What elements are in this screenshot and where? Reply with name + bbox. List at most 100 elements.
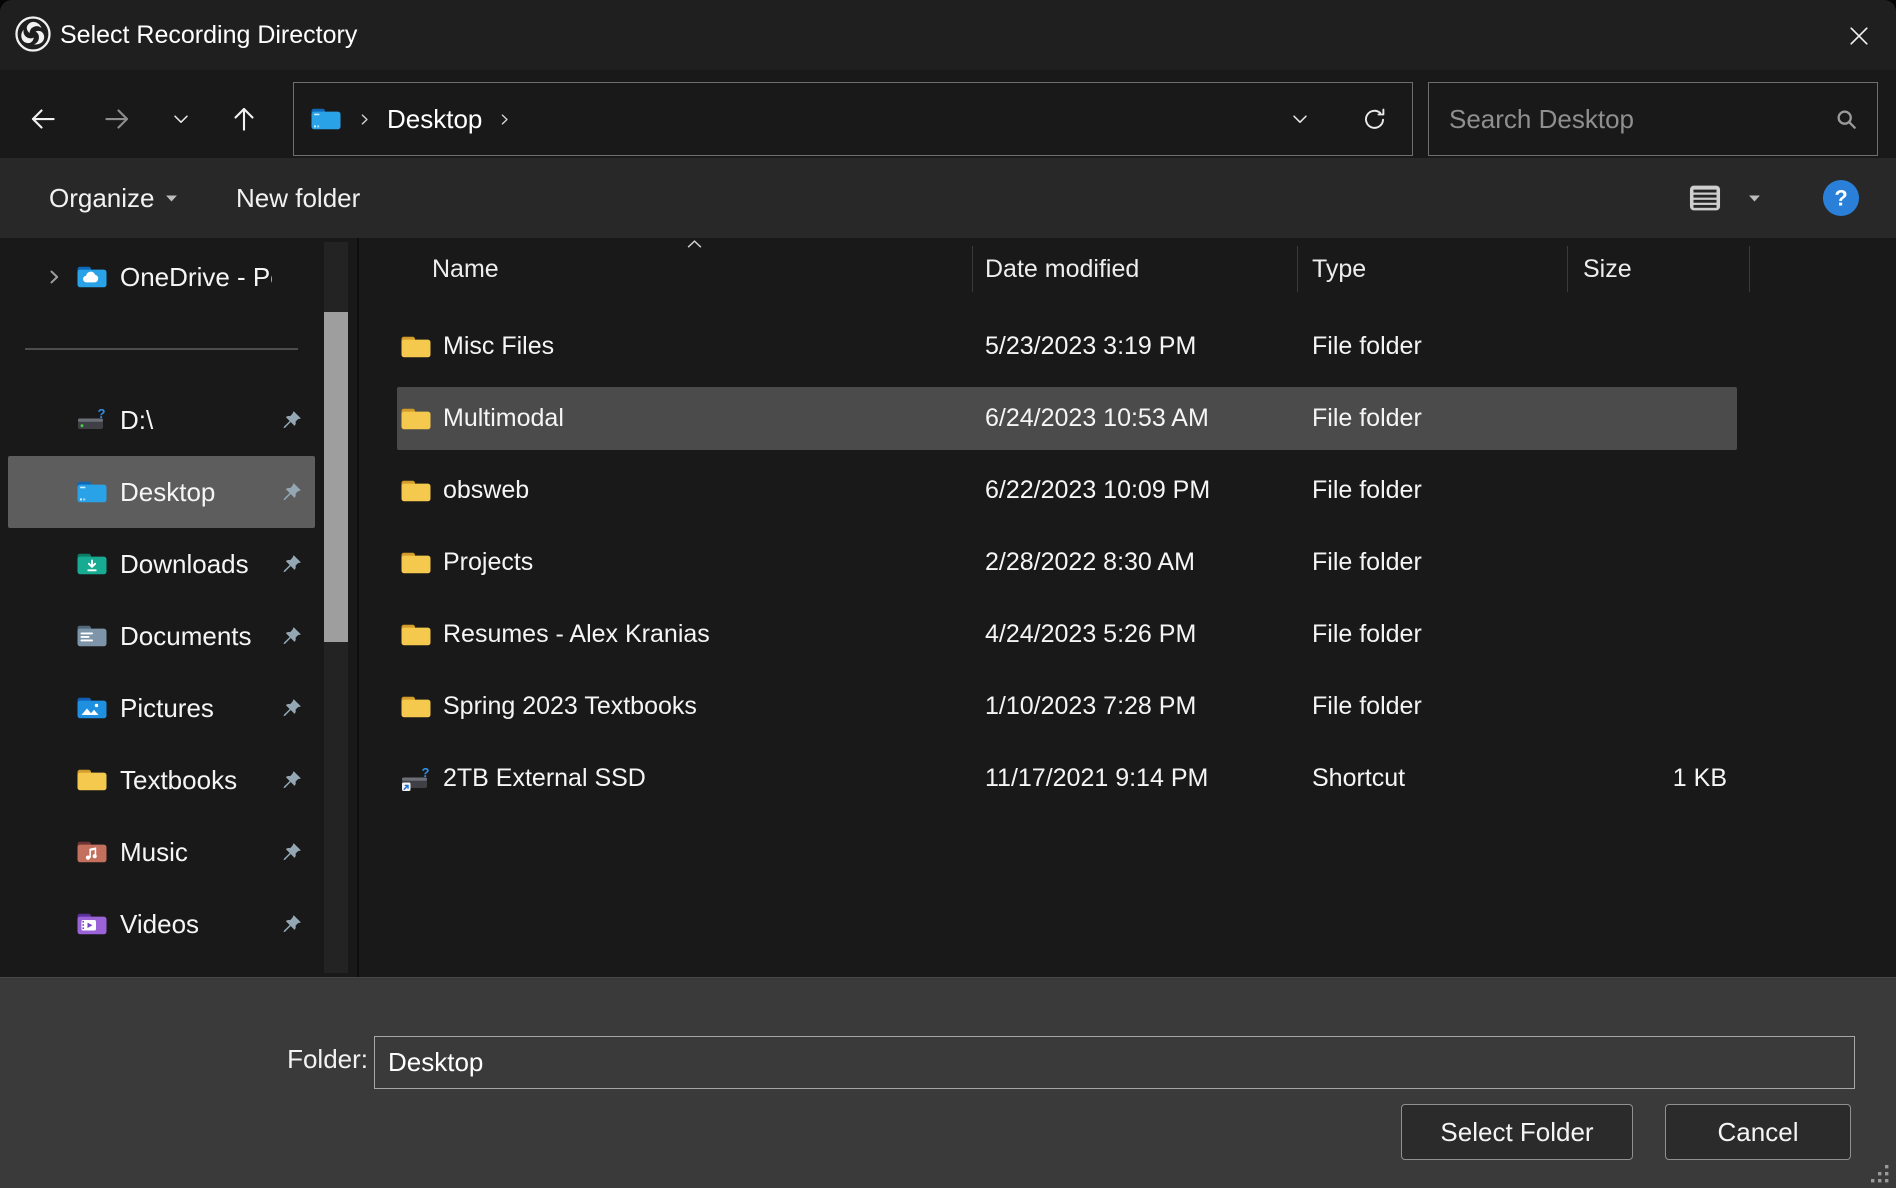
pin-icon[interactable] xyxy=(280,481,303,504)
file-list-pane: Name Date modified Type Size Misc Files … xyxy=(360,238,1896,977)
command-bar: Organize New folder xyxy=(0,158,1896,238)
expand-placeholder[interactable] xyxy=(42,770,66,790)
onedrive-folder-icon xyxy=(76,264,108,290)
drive-icon: ? xyxy=(76,407,108,433)
organize-label: Organize xyxy=(49,183,155,214)
file-name: Spring 2023 Textbooks xyxy=(443,692,697,721)
breadcrumb-location[interactable]: Desktop xyxy=(387,104,482,135)
change-view-button[interactable] xyxy=(1688,182,1722,214)
select-folder-button[interactable]: Select Folder xyxy=(1401,1104,1633,1160)
expand-chevron-icon[interactable] xyxy=(42,267,66,287)
sidebar-item-desktop[interactable]: Desktop xyxy=(8,456,315,528)
breadcrumb-chevron-icon[interactable] xyxy=(496,111,513,128)
forward-button[interactable] xyxy=(95,97,139,141)
column-header-name[interactable]: Name xyxy=(432,238,499,300)
pin-icon[interactable] xyxy=(280,409,303,432)
file-type: Shortcut xyxy=(1297,764,1567,793)
expand-placeholder[interactable] xyxy=(42,842,66,862)
new-folder-button[interactable]: New folder xyxy=(230,158,366,238)
pin-icon[interactable] xyxy=(280,553,303,576)
sidebar-item-label: Desktop xyxy=(120,477,272,508)
column-header-date-modified[interactable]: Date modified xyxy=(985,238,1139,300)
folder-name-input[interactable] xyxy=(374,1036,1855,1089)
view-dropdown-icon[interactable] xyxy=(1748,194,1761,203)
svg-text:?: ? xyxy=(1834,186,1847,211)
sidebar-scrollbar-track[interactable] xyxy=(324,242,348,973)
sidebar-item-label: Textbooks xyxy=(120,765,272,796)
sidebar-item-textbooks[interactable]: Textbooks xyxy=(8,744,315,816)
file-row[interactable]: Projects 2/28/2022 8:30 AM File folder xyxy=(397,531,1737,594)
expand-placeholder[interactable] xyxy=(42,410,66,430)
help-button[interactable]: ? xyxy=(1822,179,1860,217)
file-date-modified: 11/17/2021 9:14 PM xyxy=(972,764,1297,793)
column-header-size[interactable]: Size xyxy=(1583,238,1632,300)
recent-locations-button[interactable] xyxy=(159,97,203,141)
pin-icon[interactable] xyxy=(280,625,303,648)
sidebar-item-label: OneDrive - Persc xyxy=(120,262,272,293)
select-recording-directory-dialog: Select Recording Directory Desktop xyxy=(0,0,1896,1188)
folder-icon xyxy=(400,694,432,720)
folder-icon xyxy=(400,334,432,360)
file-row[interactable]: obsweb 6/22/2023 10:09 PM File folder xyxy=(397,459,1737,522)
file-date-modified: 5/23/2023 3:19 PM xyxy=(972,332,1297,361)
column-divider[interactable] xyxy=(1297,246,1298,292)
folder-icon xyxy=(400,406,432,432)
search-box[interactable] xyxy=(1428,82,1878,156)
refresh-icon[interactable] xyxy=(1361,106,1388,133)
pin-icon[interactable] xyxy=(280,697,303,720)
sidebar-item-label: Documents xyxy=(120,621,272,652)
sidebar-item-pictures[interactable]: Pictures xyxy=(8,672,315,744)
search-input[interactable] xyxy=(1447,103,1833,136)
breadcrumb-chevron-icon xyxy=(356,111,373,128)
sidebar-scrollbar-thumb[interactable] xyxy=(324,312,348,642)
documents-folder-icon xyxy=(76,623,108,649)
navigation-bar: Desktop xyxy=(0,70,1896,158)
forward-arrow-icon xyxy=(102,104,132,134)
cancel-button[interactable]: Cancel xyxy=(1665,1104,1851,1160)
sidebar-item-downloads[interactable]: Downloads xyxy=(8,528,315,600)
address-dropdown-icon[interactable] xyxy=(1289,108,1311,130)
resize-grip[interactable] xyxy=(1869,1163,1891,1185)
sidebar-separator xyxy=(0,313,357,384)
file-row[interactable]: Resumes - Alex Kranias 4/24/2023 5:26 PM… xyxy=(397,603,1737,666)
expand-placeholder[interactable] xyxy=(42,482,66,502)
up-arrow-icon xyxy=(229,104,259,134)
sidebar-item-music[interactable]: Music xyxy=(8,816,315,888)
sidebar-item-onedrive-persc[interactable]: OneDrive - Persc xyxy=(8,241,315,313)
expand-placeholder[interactable] xyxy=(42,554,66,574)
address-bar[interactable]: Desktop xyxy=(293,82,1413,156)
sidebar-item-videos[interactable]: Videos xyxy=(8,888,315,960)
file-name: Misc Files xyxy=(443,332,554,361)
pin-icon[interactable] xyxy=(280,841,303,864)
sort-ascending-icon xyxy=(686,239,703,249)
pin-icon[interactable] xyxy=(280,769,303,792)
back-button[interactable] xyxy=(21,97,65,141)
sidebar-item-documents[interactable]: Documents xyxy=(8,600,315,672)
folder-icon xyxy=(400,622,432,648)
close-button[interactable] xyxy=(1838,16,1880,56)
file-name: 2TB External SSD xyxy=(443,764,646,793)
file-row[interactable]: Misc Files 5/23/2023 3:19 PM File folder xyxy=(397,315,1737,378)
expand-placeholder[interactable] xyxy=(42,914,66,934)
sidebar-item-d[interactable]: ? D:\ xyxy=(8,384,315,456)
up-button[interactable] xyxy=(222,97,266,141)
column-divider[interactable] xyxy=(1567,246,1568,292)
file-type: File folder xyxy=(1297,332,1567,361)
column-divider[interactable] xyxy=(1749,246,1750,292)
titlebar: Select Recording Directory xyxy=(0,0,1896,70)
pane-separator xyxy=(357,238,359,977)
expand-placeholder[interactable] xyxy=(42,698,66,718)
footer-bar: Folder: Select Folder Cancel xyxy=(0,977,1896,1188)
file-name: Resumes - Alex Kranias xyxy=(443,620,710,649)
file-row[interactable]: ? 2TB External SSD 11/17/2021 9:14 PM Sh… xyxy=(397,747,1737,810)
obs-logo-icon xyxy=(14,15,52,53)
sidebar: OneDrive - Persc ? D:\ Desktop Downloads… xyxy=(0,238,357,977)
organize-button[interactable]: Organize xyxy=(43,158,184,238)
file-type: File folder xyxy=(1297,404,1567,433)
column-divider[interactable] xyxy=(972,246,973,292)
pin-icon[interactable] xyxy=(280,913,303,936)
file-row[interactable]: Multimodal 6/24/2023 10:53 AM File folde… xyxy=(397,387,1737,450)
expand-placeholder[interactable] xyxy=(42,626,66,646)
file-row[interactable]: Spring 2023 Textbooks 1/10/2023 7:28 PM … xyxy=(397,675,1737,738)
column-header-type[interactable]: Type xyxy=(1312,238,1366,300)
